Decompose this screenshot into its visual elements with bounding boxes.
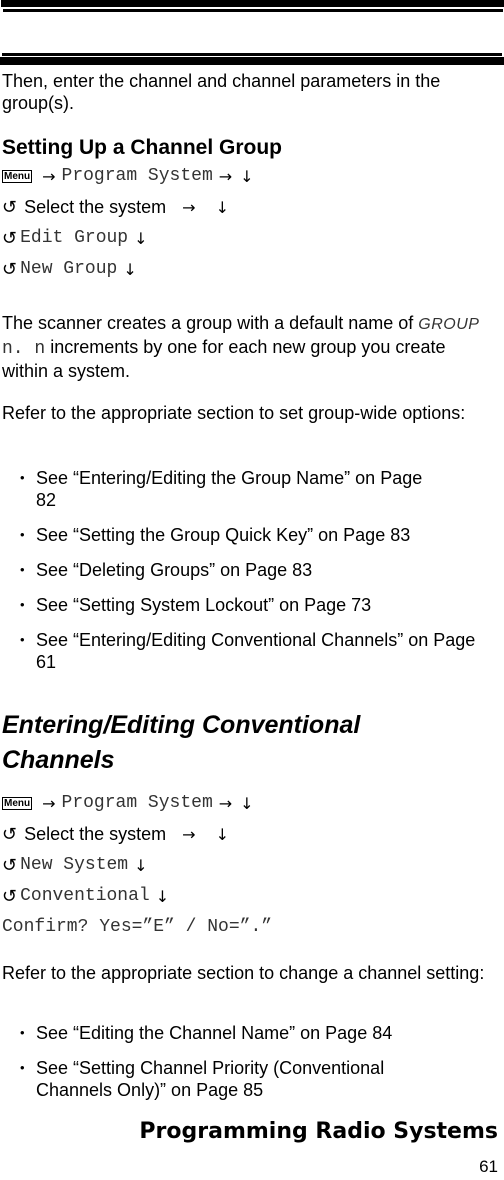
list-item: See “Entering/Editing Conventional Chann… xyxy=(2,629,496,673)
arrow-down-icon: ↓ xyxy=(134,229,148,248)
list-item: See “Setting the Group Quick Key” on Pag… xyxy=(2,524,496,546)
rotary-knob-icon: ↻ xyxy=(2,228,18,249)
section-heading: Setting Up a Channel Group xyxy=(2,136,283,159)
arrow-right-icon: → xyxy=(42,794,56,813)
intro-paragraph: Then, enter the channel and channel para… xyxy=(2,71,441,113)
step-list: Menu → Program System → ↓ ↻ Select the s… xyxy=(2,161,496,285)
lcd-text: GROUP xyxy=(418,316,480,333)
step-4: ↻ Conventional ↓ xyxy=(2,881,496,912)
step-text: Conventional xyxy=(20,886,150,906)
step-4: ↻ New Group ↓ xyxy=(2,254,496,285)
step-3: ↻ Edit Group ↓ xyxy=(2,223,496,254)
step-text: Select the system xyxy=(24,197,167,217)
step-1: Menu → Program System → ↓ xyxy=(2,161,496,192)
list-item: See “Setting Channel Priority (Conventio… xyxy=(2,1057,496,1101)
menu-key-icon: Menu xyxy=(2,170,33,183)
section-heading: Entering/Editing Conventional Channels xyxy=(2,711,361,774)
step-1: Menu → Program System → ↓ xyxy=(2,788,496,819)
chapter-title: Programming Radio Systems xyxy=(139,1119,498,1144)
group-options-list: See “Entering/Editing the Group Name” on… xyxy=(2,467,496,686)
arrow-down-icon: ↓ xyxy=(215,198,229,217)
mono-text: n. n xyxy=(2,339,46,359)
refer-channel-paragraph: Refer to the appropriate section to chan… xyxy=(2,963,485,983)
page-number: 61 xyxy=(479,1157,498,1176)
arrow-down-icon: ↓ xyxy=(240,794,254,813)
paragraph-text: The scanner creates a group with a defau… xyxy=(2,313,414,333)
step-text: Edit Group xyxy=(20,228,129,248)
section-channel-group: Setting Up a Channel Group Menu → Progra… xyxy=(2,135,496,285)
step-2: ↻ Select the system → ↓ xyxy=(2,819,496,850)
step-text: New System xyxy=(20,855,129,875)
arrow-down-icon: ↓ xyxy=(215,825,229,844)
step-2: ↻ Select the system → ↓ xyxy=(2,192,496,223)
list-item: See “Editing the Channel Name” on Page 8… xyxy=(2,1022,496,1044)
arrow-right-icon: → xyxy=(218,167,233,186)
confirm-prompt: Confirm? Yes=”E” / No=”.” xyxy=(2,912,496,943)
list-item: See “Deleting Groups” on Page 83 xyxy=(2,559,496,581)
rotary-knob-icon: ↻ xyxy=(2,886,18,907)
header-rule-thick-top xyxy=(1,0,504,7)
step-3: ↻ New System ↓ xyxy=(2,850,496,881)
list-item: See “Setting System Lockout” on Page 73 xyxy=(2,594,496,616)
arrow-right-icon: → xyxy=(42,167,56,186)
header-rule-thick-bottom xyxy=(0,57,504,65)
arrow-right-icon: → xyxy=(182,825,196,844)
arrow-right-icon: → xyxy=(218,794,233,813)
arrow-right-icon: → xyxy=(182,198,196,217)
step-text: Select the system xyxy=(24,824,167,844)
rotary-knob-icon: ↻ xyxy=(2,197,18,218)
default-name-paragraph: The scanner creates a group with a defau… xyxy=(2,312,496,382)
paragraph-text: increments by one for each new group you… xyxy=(2,337,446,381)
step-text: Program System xyxy=(61,166,213,186)
refer-paragraph: Refer to the appropriate section to set … xyxy=(2,403,466,423)
arrow-down-icon: ↓ xyxy=(123,260,137,279)
list-item: See “Entering/Editing the Group Name” on… xyxy=(2,467,496,511)
header-rule-thin-top xyxy=(3,9,503,12)
step-text: New Group xyxy=(20,259,118,279)
step-list: Menu → Program System → ↓ ↻ Select the s… xyxy=(2,788,496,943)
rotary-knob-icon: ↻ xyxy=(2,259,18,280)
arrow-down-icon: ↓ xyxy=(240,167,254,186)
arrow-down-icon: ↓ xyxy=(134,856,148,875)
channel-options-list: See “Editing the Channel Name” on Page 8… xyxy=(2,1022,496,1114)
step-text: Program System xyxy=(61,793,213,813)
section-conventional-channels: Entering/Editing Conventional Channels xyxy=(2,708,414,778)
confirm-text: Confirm? Yes=”E” / No=”.” xyxy=(2,917,273,937)
conventional-steps: Menu → Program System → ↓ ↻ Select the s… xyxy=(2,788,496,943)
arrow-down-icon: ↓ xyxy=(155,887,170,906)
rotary-knob-icon: ↻ xyxy=(2,824,18,845)
menu-key-icon: Menu xyxy=(2,797,33,810)
header-rule-thin-bottom xyxy=(2,53,502,56)
rotary-knob-icon: ↻ xyxy=(2,855,18,876)
